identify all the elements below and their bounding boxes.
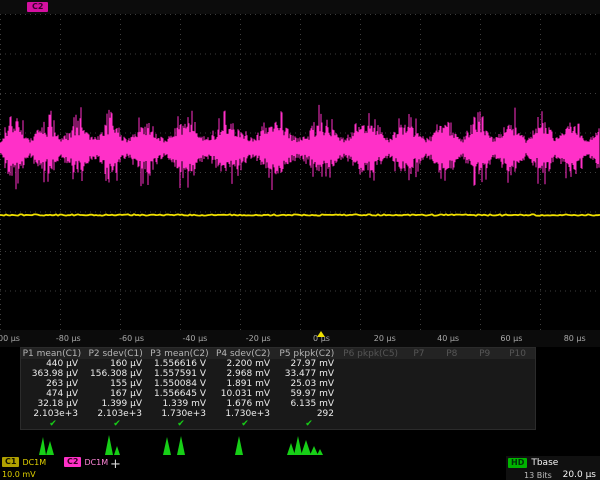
time-axis-label: -100 µs [0, 334, 20, 343]
measure-col-header[interactable]: P3 mean(C2) [149, 349, 213, 359]
measure-col-header[interactable]: P5 pkpk(C2) [276, 349, 340, 359]
c1-label: C1 [2, 457, 19, 467]
measure-value: 32.18 µV [21, 399, 85, 409]
measure-value: 167 µV [85, 389, 149, 399]
measure-value: 1.339 mV [149, 399, 213, 409]
time-axis: -100 µs-80 µs-60 µs-40 µs-20 µs0 µs20 µs… [0, 330, 600, 347]
measure-status-check: ✔ [21, 419, 85, 429]
channel-c1-descriptor[interactable]: C1 DC1M 10.0 mV [2, 456, 62, 480]
time-axis-label: -60 µs [119, 334, 144, 343]
measure-col-header-unused[interactable]: P9 [469, 349, 502, 359]
measure-table: P1 mean(C1)P2 sdev(C1)P3 mean(C2)P4 sdev… [20, 347, 536, 430]
histicon-p4[interactable] [219, 431, 269, 455]
measure-status-row: ✔✔✔✔✔ [21, 419, 535, 429]
measure-value: 156.308 µV [85, 369, 149, 379]
measure-col-header[interactable]: P4 sdev(C2) [212, 349, 276, 359]
measure-value: 59.97 mV [277, 389, 341, 399]
measure-value: 160 µV [85, 359, 149, 369]
measure-col-header-unused[interactable]: P8 [436, 349, 469, 359]
measure-value: 1.891 mV [213, 379, 277, 389]
waveform-grid [0, 14, 600, 330]
histicon-p2[interactable] [91, 431, 141, 455]
measure-value: 1.399 µV [85, 399, 149, 409]
measure-value: 1.676 mV [213, 399, 277, 409]
timebase-scale: 20.0 µs [563, 470, 598, 480]
time-axis-label: 80 µs [564, 334, 586, 343]
measure-value: 2.968 mV [213, 369, 277, 379]
measure-stat-row: 32.18 µV1.399 µV1.339 mV1.676 mV6.135 mV [21, 399, 535, 409]
c2-trace [0, 105, 599, 190]
c2-coupling: DC1M [84, 458, 108, 467]
c1-trace [0, 214, 600, 215]
timebase-bits: 13 Bits [524, 471, 552, 480]
measure-stat-row: 263 µV155 µV1.550084 V1.891 mV25.03 mV [21, 379, 535, 389]
measure-col-header-unused[interactable]: P10 [502, 349, 535, 359]
measure-value: 1.556616 V [149, 359, 213, 369]
time-axis-label: -40 µs [182, 334, 207, 343]
measure-value: 6.135 mV [277, 399, 341, 409]
measure-value: 1.550084 V [149, 379, 213, 389]
measure-value: 1.557591 V [149, 369, 213, 379]
time-axis-label: 20 µs [374, 334, 396, 343]
time-axis-label: 60 µs [500, 334, 522, 343]
measure-value: 292 [277, 409, 341, 419]
histicon-p1[interactable] [27, 431, 77, 455]
c2-label: C2 [64, 457, 81, 467]
timebase-label: Tbase [531, 458, 558, 468]
measure-status-check: ✔ [213, 419, 277, 429]
histicon-p3[interactable] [155, 431, 205, 455]
measure-value: 33.477 mV [277, 369, 341, 379]
c1-coupling: DC1M [22, 458, 46, 467]
measure-value: 263 µV [21, 379, 85, 389]
measure-value: 1.556645 V [149, 389, 213, 399]
measure-status-check: ✔ [149, 419, 213, 429]
measure-status-check: ✔ [85, 419, 149, 429]
measure-value: 363.98 µV [21, 369, 85, 379]
histicon-p5[interactable] [283, 431, 333, 455]
measure-value: 25.03 mV [277, 379, 341, 389]
measure-value: 27.97 mV [277, 359, 341, 369]
measure-stat-row: 2.103e+32.103e+31.730e+31.730e+3292 [21, 409, 535, 419]
measure-value: 474 µV [21, 389, 85, 399]
hd-badge: HD [508, 458, 527, 468]
measure-value: 2.200 mV [213, 359, 277, 369]
measure-col-header[interactable]: P2 sdev(C1) [85, 349, 149, 359]
measure-col-header[interactable]: P1 mean(C1) [21, 349, 85, 359]
cursor-crosshair[interactable]: + [110, 458, 121, 471]
measure-stat-row: 363.98 µV156.308 µV1.557591 V2.968 mV33.… [21, 369, 535, 379]
measure-value: 1.730e+3 [149, 409, 213, 419]
oscilloscope-screen: C2 -100 µs-80 µs-60 µs-40 µs-20 µs0 µs20… [0, 0, 600, 480]
measure-value: 2.103e+3 [85, 409, 149, 419]
measure-stat-row: 440 µV160 µV1.556616 V2.200 mV27.97 mV [21, 359, 535, 369]
trigger-time-marker[interactable] [317, 331, 325, 337]
time-axis-label: -20 µs [246, 334, 271, 343]
channel-indicator-badge[interactable]: C2 [27, 2, 48, 12]
measure-value: 10.031 mV [213, 389, 277, 399]
measure-value: 1.730e+3 [213, 409, 277, 419]
measure-stat-row: 474 µV167 µV1.556645 V10.031 mV59.97 mV [21, 389, 535, 399]
measure-status-check: ✔ [277, 419, 341, 429]
time-axis-label: 40 µs [437, 334, 459, 343]
measure-value: 440 µV [21, 359, 85, 369]
measure-col-header-unused[interactable]: P6 pkpk(C5) [340, 349, 404, 359]
channel-c2-descriptor[interactable]: C2 DC1M [64, 456, 114, 480]
top-toolbar: C2 [0, 0, 600, 14]
waveform-traces [0, 14, 600, 330]
measure-value: 2.103e+3 [21, 409, 85, 419]
timebase-descriptor[interactable]: HD Tbase 13 Bits 20.0 µs [506, 456, 600, 480]
measure-value: 155 µV [85, 379, 149, 389]
bottom-descriptor-bar: C1 DC1M 10.0 mV C2 DC1M + HD Tbase 13 Bi… [0, 456, 600, 480]
time-axis-label: -80 µs [56, 334, 81, 343]
c1-scale: 10.0 mV [2, 470, 36, 479]
measure-col-header-unused[interactable]: P7 [404, 349, 437, 359]
